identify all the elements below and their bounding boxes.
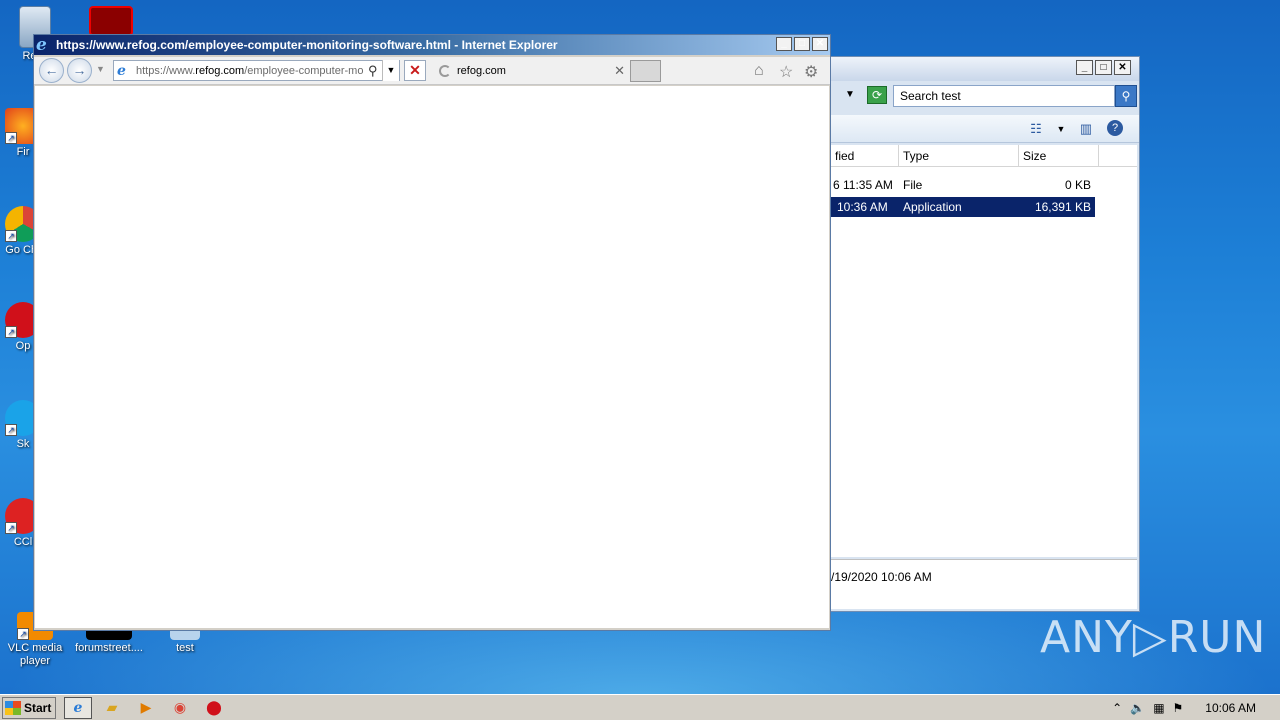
forumstreet-label: forumstreet.... — [75, 642, 143, 654]
ie-logo-icon: e — [36, 34, 47, 55]
shortcut-arrow-icon: ↗ — [5, 522, 17, 534]
ie-page-icon: e — [117, 62, 126, 79]
gear-icon[interactable]: ⚙ — [804, 62, 818, 82]
explorer-window-controls: _ □ ✕ — [1076, 60, 1131, 75]
refresh-button[interactable]: ⟳ — [867, 86, 887, 104]
column-header-size[interactable]: Size — [1019, 145, 1099, 167]
taskbar-opera-icon[interactable]: ⬤ — [200, 697, 228, 719]
stop-button[interactable]: ✕ — [404, 60, 426, 81]
ie-title: https://www.refog.com/employee-computer-… — [56, 38, 558, 52]
maximize-button[interactable]: □ — [794, 37, 810, 51]
address-url[interactable]: https://www.refog.com/employee-computer-… — [136, 65, 364, 77]
shortcut-arrow-icon: ↗ — [17, 628, 29, 640]
favorites-star-icon[interactable]: ☆ — [779, 62, 793, 82]
start-label: Start — [24, 701, 52, 715]
tab-label: refog.com — [457, 65, 506, 77]
home-icon[interactable]: ⌂ — [754, 62, 764, 80]
ie-titlebar[interactable]: e https://www.refog.com/employee-compute… — [34, 35, 830, 55]
url-domain: refog.com — [195, 64, 245, 77]
history-dropdown-icon[interactable]: ▼ — [96, 64, 105, 74]
preview-pane-icon[interactable]: ▥ — [1077, 120, 1095, 138]
shortcut-arrow-icon: ↗ — [5, 326, 17, 338]
windows-logo-icon — [5, 701, 21, 715]
pdf-icon — [89, 6, 133, 36]
view-dropdown-icon[interactable]: ▼ — [1052, 120, 1070, 138]
search-icon[interactable]: ⚲ — [1115, 85, 1137, 107]
url-path: /employee-computer-mo — [244, 64, 364, 77]
search-input[interactable]: Search test — [893, 85, 1115, 107]
maximize-button[interactable]: □ — [1095, 60, 1112, 75]
shortcut-arrow-icon: ↗ — [5, 424, 17, 436]
taskbar: Start e ▰ ▶ ◉ ⬤ ⌃ 🔈 ▦ ⚑ 10:06 AM — [0, 694, 1280, 720]
address-bar[interactable]: e https://www.refog.com/employee-compute… — [113, 60, 400, 81]
explorer-navbar: ▼ ⟳ Search test ⚲ — [827, 83, 1139, 109]
network-icon[interactable]: ▦ — [1153, 701, 1164, 715]
anyrun-watermark: ANY▷RUN — [1040, 612, 1267, 663]
close-button[interactable]: ✕ — [1114, 60, 1131, 75]
browser-tab[interactable]: refog.com ✕ — [431, 59, 627, 83]
volume-icon[interactable]: 🔈 — [1130, 701, 1145, 715]
explorer-window[interactable]: _ □ ✕ ▼ ⟳ Search test ⚲ ☷ ▼ ▥ ? fied Typ… — [826, 56, 1140, 612]
shortcut-arrow-icon: ↗ — [5, 132, 17, 144]
start-button[interactable]: Start — [2, 697, 56, 719]
file-list[interactable]: fied Type Size 6 11:35 AM File 0 KB 10:3… — [831, 145, 1137, 557]
details-date: /19/2020 10:06 AM — [831, 570, 932, 584]
minimize-button[interactable]: _ — [776, 37, 792, 51]
file-type: File — [903, 178, 923, 192]
details-pane: /19/2020 10:06 AM — [831, 559, 1137, 609]
action-center-flag-icon[interactable]: ⚑ — [1173, 701, 1184, 715]
file-modified: 10:36 AM — [837, 200, 888, 214]
column-headers: fied Type Size — [831, 145, 1137, 167]
minimize-button[interactable]: _ — [1076, 60, 1093, 75]
tab-close-icon[interactable]: ✕ — [614, 63, 625, 79]
help-icon[interactable]: ? — [1107, 120, 1123, 136]
taskbar-media-player-icon[interactable]: ▶ — [132, 697, 160, 719]
new-tab-button[interactable] — [630, 60, 661, 82]
ie-window-controls: _ □ ✕ — [776, 37, 828, 51]
vlc-label: VLC media player — [7, 642, 63, 667]
test-folder-label: test — [176, 642, 194, 654]
file-size: 16,391 KB — [1034, 200, 1091, 214]
file-row[interactable]: 6 11:35 AM File 0 KB — [831, 175, 1095, 195]
show-hidden-icons-icon[interactable]: ⌃ — [1112, 701, 1122, 715]
page-content[interactable] — [35, 86, 829, 628]
file-modified: 6 11:35 AM — [833, 178, 893, 192]
search-icon[interactable]: ⚲ — [368, 63, 378, 79]
taskbar-chrome-icon[interactable]: ◉ — [166, 697, 194, 719]
shortcut-arrow-icon: ↗ — [5, 230, 17, 242]
taskbar-explorer-icon[interactable]: ▰ — [98, 697, 126, 719]
column-header-modified[interactable]: fied — [831, 145, 899, 167]
url-prefix: https://www. — [136, 64, 196, 77]
close-button[interactable]: ✕ — [812, 37, 828, 51]
back-button[interactable]: ← — [39, 58, 64, 83]
view-options-icon[interactable]: ☷ — [1027, 120, 1045, 138]
column-header-type[interactable]: Type — [899, 145, 1019, 167]
path-dropdown-icon[interactable]: ▼ — [845, 89, 855, 100]
explorer-toolbar: ☷ ▼ ▥ ? — [827, 115, 1139, 143]
system-tray: ⌃ 🔈 ▦ ⚑ 10:06 AM — [1112, 697, 1280, 719]
file-type: Application — [903, 200, 962, 214]
clock[interactable]: 10:06 AM — [1205, 701, 1256, 715]
file-size: 0 KB — [1064, 178, 1091, 192]
explorer-titlebar[interactable]: _ □ ✕ — [827, 57, 1139, 81]
forward-button[interactable]: → — [67, 58, 92, 83]
file-row-selected[interactable]: 10:36 AM Application 16,391 KB — [831, 197, 1095, 217]
ie-window[interactable]: e https://www.refog.com/employee-compute… — [33, 34, 831, 631]
taskbar-ie-icon[interactable]: e — [64, 697, 92, 719]
loading-spinner-icon — [439, 65, 451, 77]
ie-navbar: ← → ▼ e https://www.refog.com/employee-c… — [34, 57, 830, 85]
address-dropdown-icon[interactable]: ▼ — [382, 60, 399, 81]
